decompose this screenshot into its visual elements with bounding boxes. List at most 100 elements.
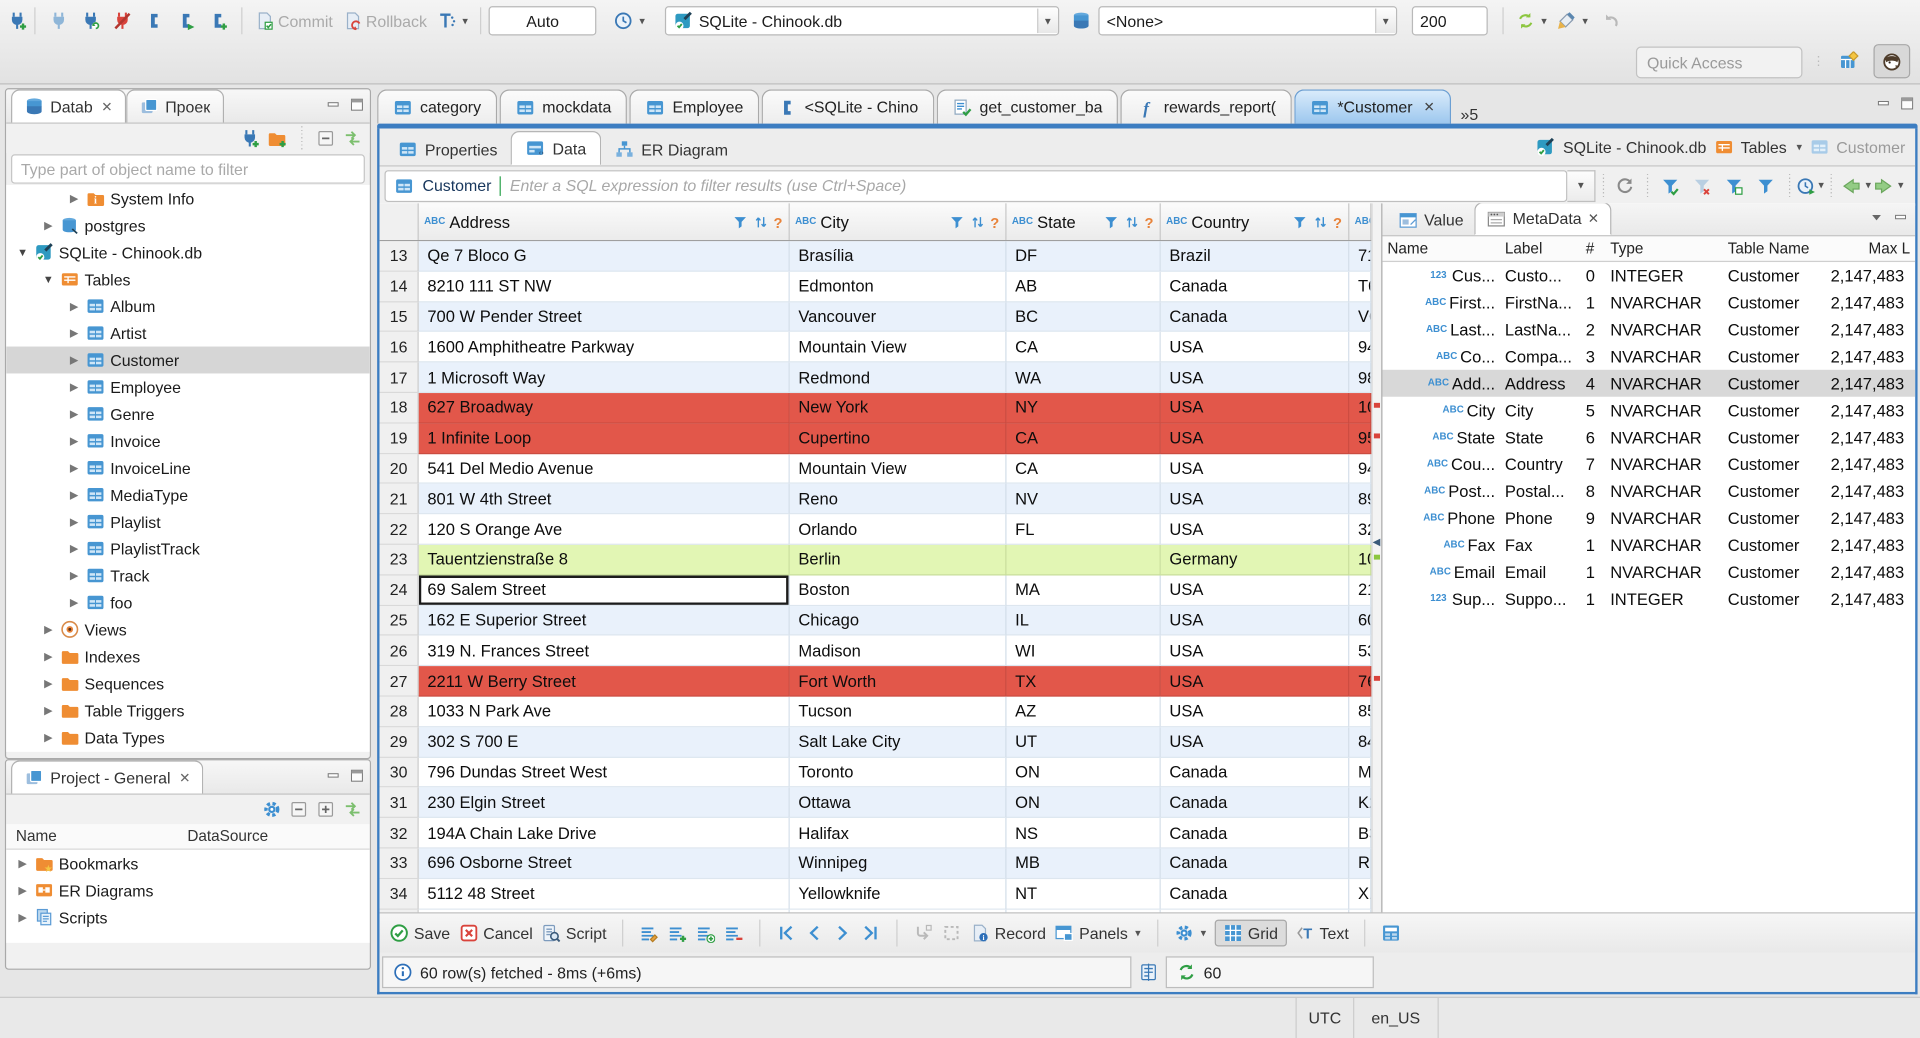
table-row[interactable]: 25162 E Superior StreetChicagoILUSA60 xyxy=(379,605,1372,636)
calc-icon[interactable] xyxy=(1139,962,1159,982)
tree-item-tables[interactable]: ▼ Tables xyxy=(6,266,370,293)
cell[interactable]: 2211 W Berry Street xyxy=(418,666,790,697)
cell[interactable]: USA xyxy=(1160,635,1350,667)
expand-arrow-icon[interactable]: ▶ xyxy=(42,623,55,636)
grid-scrollbar[interactable]: ◀ xyxy=(1371,203,1382,914)
reconnect-icon[interactable] xyxy=(81,11,101,31)
cell[interactable]: Vancouver xyxy=(789,301,1007,333)
auto-refresh-box[interactable]: 60 xyxy=(1165,956,1374,989)
tree-item-sqlite-chinook-db[interactable]: ▼ SQLite - Chinook.db xyxy=(6,239,370,266)
cancel-button[interactable]: Cancel xyxy=(459,923,533,943)
new-connection-icon[interactable] xyxy=(240,129,260,149)
cell[interactable]: Qe 7 Bloco G xyxy=(418,241,790,272)
cell[interactable]: 85 xyxy=(1349,696,1372,728)
save-filter-icon[interactable] xyxy=(1724,176,1744,196)
close-icon[interactable]: ✕ xyxy=(1424,99,1435,115)
editor-tab-rewards-report[interactable]: f rewards_report( xyxy=(1120,89,1293,124)
cell[interactable]: USA xyxy=(1160,423,1350,454)
row-number[interactable]: 22 xyxy=(379,514,419,545)
table-row[interactable]: 191 Infinite LoopCupertinoCAUSA95 xyxy=(379,423,1372,454)
tree-item-system-info[interactable]: ▶ i System Info xyxy=(6,185,370,212)
close-icon[interactable]: ✕ xyxy=(179,770,190,786)
cell[interactable]: 53 xyxy=(1349,635,1372,667)
tree-item-playlisttrack[interactable]: ▶ PlaylistTrack xyxy=(6,535,370,562)
breadcrumb-tables[interactable]: Tables xyxy=(1741,138,1787,156)
filter-expression-input[interactable]: Customer Enter a SQL expression to filte… xyxy=(384,169,1568,202)
cell[interactable]: 1033 N Park Ave xyxy=(418,696,790,728)
fetch-size-input[interactable]: 200 xyxy=(1411,6,1488,36)
table-row[interactable]: 26319 N. Frances StreetMadisonWIUSA53 xyxy=(379,635,1372,667)
cell[interactable]: 94 xyxy=(1349,453,1372,485)
metadata-row[interactable]: ABC Add... Address 4 NVARCHAR Customer 2,147,4… xyxy=(1382,369,1916,397)
tree-item-postgres[interactable]: ▶ postgres xyxy=(6,212,370,239)
cell[interactable]: Mountain View xyxy=(789,453,1007,485)
editor-tab-customer[interactable]: *Customer ✕ xyxy=(1294,89,1451,124)
table-row[interactable]: 30 796 Dundas Street West Toronto ON Canada M… xyxy=(379,757,1372,788)
metadata-row[interactable]: ABC Last... LastNa... 2 NVARCHAR Customer 2,14… xyxy=(1382,316,1915,343)
cell[interactable]: Canada xyxy=(1160,787,1350,819)
row-number[interactable]: 13 xyxy=(379,241,419,272)
column-header-state[interactable]: ABC State? xyxy=(1007,203,1161,240)
link-with-editor-icon[interactable] xyxy=(343,800,363,820)
cell[interactable]: NY xyxy=(1006,393,1161,424)
cell[interactable]: Cupertino xyxy=(789,423,1007,454)
cell[interactable]: USA xyxy=(1160,727,1350,758)
sync-refresh-button[interactable]: ▾ xyxy=(1511,9,1552,33)
active-connection-combo[interactable]: SQLite - Chinook.db ▼ xyxy=(664,6,1059,36)
tab-er-diagram[interactable]: ER Diagram xyxy=(601,133,742,165)
column-header-country[interactable]: ABC Country? xyxy=(1161,203,1350,240)
view-menu-icon[interactable] xyxy=(1869,209,1885,225)
cell[interactable]: 1 Microsoft Way xyxy=(418,362,790,394)
delete-row-icon[interactable] xyxy=(724,923,744,943)
cell[interactable]: TX xyxy=(1006,666,1161,697)
project-item-bookmarks[interactable]: ▶ ★ Bookmarks xyxy=(6,850,370,877)
row-number[interactable]: 28 xyxy=(379,696,419,728)
cell[interactable]: Yellowknife xyxy=(789,878,1007,910)
tab-metadata[interactable]: MetaData ✕ xyxy=(1474,203,1612,236)
tab-data[interactable]: ‹› Data xyxy=(510,131,601,166)
meta-column-table-name[interactable]: Table Name xyxy=(1723,236,1826,260)
commit-button[interactable]: Commit xyxy=(250,9,338,33)
cell[interactable]: Ottawa xyxy=(789,787,1007,819)
editor-tab-mockdata[interactable]: mockdata xyxy=(499,89,628,124)
text-view-button[interactable]: T Text xyxy=(1295,923,1349,943)
cell[interactable]: V6 xyxy=(1349,301,1372,333)
cell[interactable]: NT xyxy=(1006,878,1161,910)
tree-item-sequences[interactable]: ▶ Sequences xyxy=(6,670,370,697)
expand-arrow-icon[interactable]: ▶ xyxy=(42,219,55,232)
cell[interactable]: 700 W Pender Street xyxy=(418,301,790,333)
new-sql-editor-icon[interactable] xyxy=(208,11,228,31)
last-row-icon[interactable] xyxy=(861,923,881,943)
row-number[interactable]: 17 xyxy=(379,362,419,394)
commit-mode-combo[interactable]: Auto xyxy=(488,6,597,36)
cell[interactable] xyxy=(1006,544,1161,576)
table-row[interactable]: 18627 BroadwayNew YorkNYUSA10 xyxy=(379,393,1372,424)
tree-item-views[interactable]: ▶ Views xyxy=(6,616,370,643)
collapse-arrow-icon[interactable]: ▼ xyxy=(42,273,55,285)
table-row[interactable]: 33696 Osborne StreetWinnipegMBCanadaR3 xyxy=(379,848,1372,879)
tree-item-data-types[interactable]: ▶ Data Types xyxy=(6,724,370,751)
row-number[interactable]: 16 xyxy=(379,332,419,363)
metadata-row[interactable]: 123 Cus... Custo... 0 INTEGER Customer 2,147,4… xyxy=(1382,262,1915,289)
cell[interactable]: Tauentzienstraße 8 xyxy=(418,544,790,576)
tab-projects[interactable]: Проек xyxy=(126,89,224,123)
tree-item-indexes[interactable]: ▶ Indexes xyxy=(6,643,370,670)
maximize-icon[interactable] xyxy=(349,768,365,784)
compare-button[interactable]: ▾ xyxy=(1552,9,1593,33)
perspective-table-button[interactable] xyxy=(1832,45,1866,77)
row-number[interactable]: 29 xyxy=(379,727,419,758)
close-icon[interactable]: ✕ xyxy=(101,99,112,115)
cell[interactable]: K2 xyxy=(1349,787,1372,819)
cell[interactable]: 69 Salem Street xyxy=(418,575,790,606)
metadata-row[interactable]: ABC Co... Compa... 3 NVARCHAR Customer 2,147,4… xyxy=(1382,343,1915,370)
cell[interactable]: Canada xyxy=(1160,878,1350,910)
editor-tab-sqlite-chino[interactable]: <SQLite - Chino xyxy=(761,89,935,124)
column-name[interactable]: Name xyxy=(6,828,187,845)
cell[interactable]: 696 Osborne Street xyxy=(418,848,790,879)
cell[interactable]: R3 xyxy=(1349,848,1372,879)
cell[interactable]: Mountain View xyxy=(789,332,1007,363)
cell[interactable]: MB xyxy=(1006,848,1161,879)
maximize-icon[interactable] xyxy=(1899,96,1915,112)
cell[interactable]: USA xyxy=(1160,484,1350,515)
cell[interactable]: Winnipeg xyxy=(789,848,1007,879)
